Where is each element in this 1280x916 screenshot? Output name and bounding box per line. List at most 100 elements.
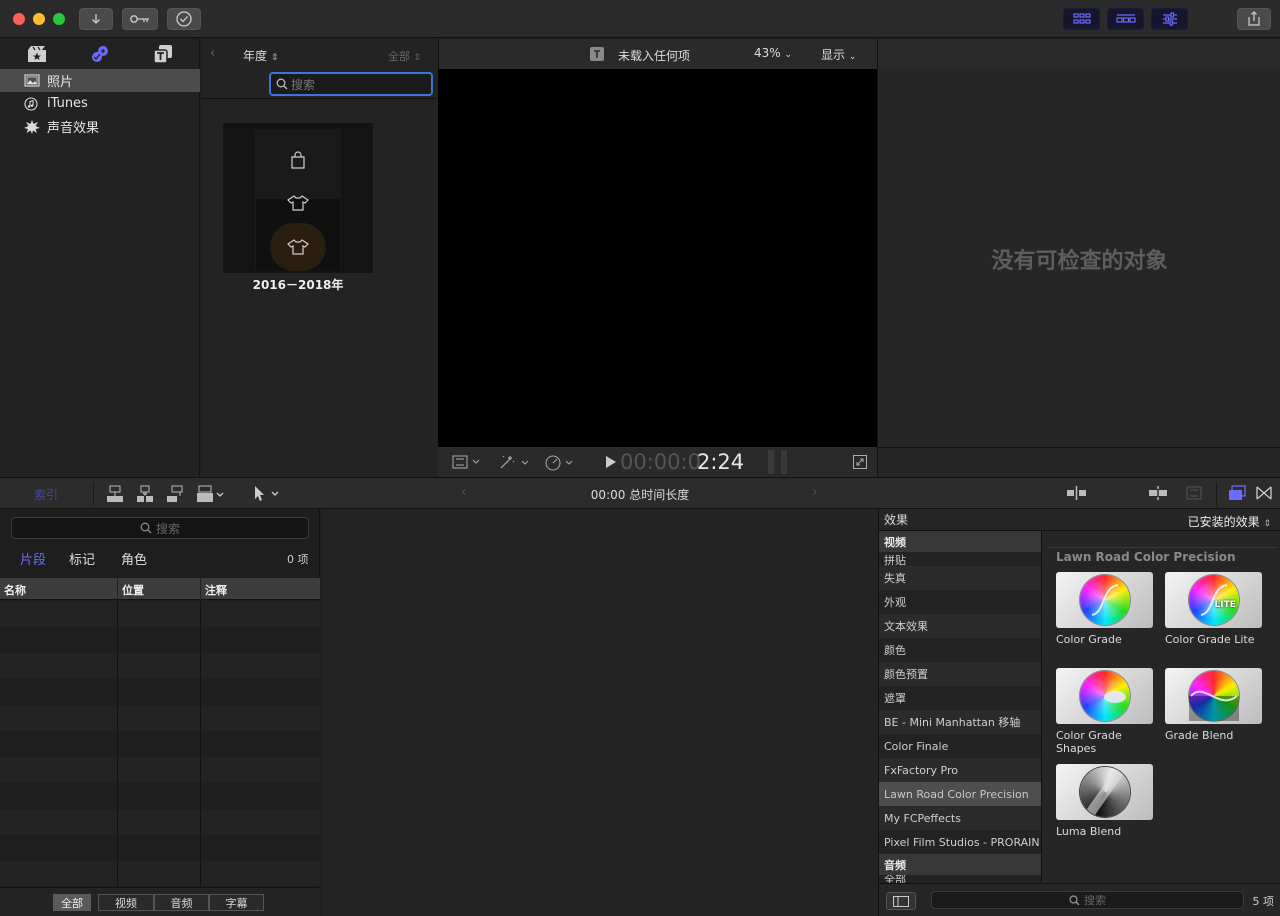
play-icon[interactable] bbox=[606, 456, 616, 468]
category-item[interactable]: FxFactory Pro bbox=[879, 758, 1041, 782]
connect-clip-icon[interactable] bbox=[106, 485, 124, 503]
category-header[interactable]: 视频 bbox=[879, 531, 1041, 552]
installed-effects-popup[interactable]: 已安装的效果 ⇕ bbox=[1188, 513, 1271, 530]
previous-chevron-icon[interactable]: ‹ bbox=[461, 484, 467, 500]
search-placeholder: 搜索 bbox=[155, 521, 180, 536]
category-header[interactable]: 音频 bbox=[879, 854, 1041, 875]
library-item-itunes[interactable]: iTunes bbox=[0, 92, 200, 115]
index-table-header: 名称 位置 注释 bbox=[0, 578, 320, 600]
effects-browser-icon[interactable] bbox=[1228, 485, 1246, 501]
effect-item[interactable]: Grade Blend bbox=[1165, 668, 1265, 758]
tab-tags[interactable]: 标记 bbox=[69, 549, 95, 568]
append-clip-icon[interactable] bbox=[166, 485, 184, 503]
view-options-label: 显示 bbox=[821, 48, 846, 62]
effects-category-list: 效果 视频 拼贴 失真 外观 文本效果 颜色 颜色预置 遮罩 BE - Mini Manhatt… bbox=[879, 509, 1042, 916]
zoom-popup[interactable]: 43% ⌄ bbox=[754, 46, 792, 60]
import-button[interactable] bbox=[79, 8, 113, 30]
category-item[interactable]: 颜色 bbox=[879, 638, 1041, 662]
skimming-icon[interactable] bbox=[1066, 485, 1088, 501]
color-wheel-icon bbox=[1079, 671, 1130, 721]
category-item[interactable]: Pixel Film Studios - PRORAIN bbox=[879, 830, 1041, 854]
filter-popup[interactable]: 全部 ⇕ bbox=[388, 48, 421, 64]
index-button[interactable]: 索引 bbox=[34, 486, 58, 503]
group-by-popup[interactable]: 年度 ⇕ bbox=[243, 47, 278, 64]
effects-group-title: Lawn Road Color Precision bbox=[1056, 550, 1236, 564]
filter-all-button[interactable]: 全部 bbox=[53, 894, 91, 911]
effect-item[interactable]: LITE Color Grade Lite bbox=[1165, 572, 1265, 662]
next-chevron-icon[interactable]: › bbox=[812, 484, 818, 500]
tab-clips[interactable]: 片段 bbox=[20, 549, 46, 568]
index-search-field[interactable]: 搜索 bbox=[11, 517, 309, 539]
overwrite-clip-icon[interactable] bbox=[196, 485, 226, 503]
column-position[interactable]: 位置 bbox=[122, 582, 144, 598]
category-item[interactable]: 遮罩 bbox=[879, 686, 1041, 710]
table-row bbox=[0, 783, 320, 809]
audio-skimming-icon[interactable] bbox=[1148, 485, 1168, 501]
background-tasks-icon bbox=[176, 11, 192, 27]
album-thumbnail[interactable] bbox=[223, 123, 373, 273]
close-window-button[interactable] bbox=[13, 13, 25, 25]
category-item[interactable]: 文本效果 bbox=[879, 614, 1041, 638]
effects-grid: Color Grade LITE Color Grade Lite Color Gra… bbox=[1043, 572, 1280, 882]
library-item-sound-effects[interactable]: 声音效果 bbox=[0, 115, 200, 138]
show-timeline-button[interactable] bbox=[1107, 8, 1144, 30]
effects-count: 5 项 bbox=[1252, 895, 1275, 908]
background-tasks-button[interactable] bbox=[167, 8, 201, 30]
column-notes[interactable]: 注释 bbox=[205, 582, 227, 598]
effect-item[interactable]: Color Grade bbox=[1056, 572, 1156, 662]
title-bar bbox=[0, 0, 1280, 38]
back-chevron-icon[interactable]: ‹ bbox=[210, 46, 215, 61]
search-icon bbox=[140, 522, 152, 534]
category-item[interactable]: Color Finale bbox=[879, 734, 1041, 758]
filter-audio-button[interactable]: 音频 bbox=[154, 894, 209, 911]
keywords-button[interactable] bbox=[122, 8, 158, 30]
keywords-icon bbox=[130, 15, 149, 23]
shirt-icon bbox=[287, 239, 309, 255]
category-item[interactable]: Lawn Road Color Precision bbox=[879, 782, 1041, 806]
filter-video-button[interactable]: 视频 bbox=[98, 894, 154, 911]
table-row bbox=[0, 679, 320, 705]
filter-captions-button[interactable]: 字幕 bbox=[209, 894, 264, 911]
viewer-canvas[interactable] bbox=[438, 69, 877, 447]
media-search-field[interactable]: 搜索 bbox=[269, 72, 433, 96]
effects-search-field[interactable]: 搜索 bbox=[931, 891, 1244, 909]
inspector-empty-message: 没有可检查的对象 bbox=[991, 249, 1168, 274]
minimize-window-button[interactable] bbox=[33, 13, 45, 25]
timecode-value: 2:24 bbox=[697, 450, 745, 474]
photos-audio-icon[interactable] bbox=[89, 44, 111, 64]
category-item[interactable]: BE - Mini Manhattan 移轴 bbox=[879, 710, 1041, 734]
bag-icon bbox=[291, 151, 305, 169]
insert-clip-icon[interactable] bbox=[136, 485, 154, 503]
index-footer: 全部 视频 音频 字幕 bbox=[0, 887, 320, 916]
category-item[interactable]: My FCPeffects bbox=[879, 806, 1041, 830]
library-item-photos[interactable]: 照片 bbox=[0, 69, 200, 92]
solo-icon[interactable] bbox=[1186, 486, 1202, 500]
show-libraries-button[interactable] bbox=[1063, 8, 1100, 30]
effect-item[interactable]: Luma Blend bbox=[1056, 764, 1156, 854]
sidebar-toggle-button[interactable] bbox=[886, 892, 916, 910]
enhance-icon[interactable] bbox=[498, 453, 532, 471]
table-row bbox=[0, 627, 320, 653]
zoom-window-button[interactable] bbox=[53, 13, 65, 25]
retime-icon[interactable] bbox=[544, 453, 578, 471]
category-item[interactable]: 外观 bbox=[879, 590, 1041, 614]
color-wheel-icon: LITE bbox=[1188, 575, 1239, 625]
category-item[interactable]: 失真 bbox=[879, 566, 1041, 590]
media-browser: ‹ 年度 ⇕ 全部 ⇕ 搜索 2016－2018年 bbox=[201, 39, 438, 477]
photos-video-library-icon[interactable] bbox=[27, 45, 47, 63]
show-inspector-button[interactable] bbox=[1151, 8, 1188, 30]
transform-icon[interactable] bbox=[452, 455, 482, 469]
category-item[interactable]: 拼贴 bbox=[879, 552, 1041, 566]
category-item[interactable]: 颜色预置 bbox=[879, 662, 1041, 686]
view-options-popup[interactable]: 显示 ⌄ bbox=[821, 46, 856, 63]
tab-roles[interactable]: 角色 bbox=[121, 549, 147, 568]
timeline[interactable] bbox=[321, 509, 878, 916]
fullscreen-icon[interactable] bbox=[853, 455, 867, 469]
column-name[interactable]: 名称 bbox=[4, 582, 26, 598]
share-button[interactable] bbox=[1237, 8, 1271, 30]
transitions-browser-icon[interactable] bbox=[1256, 485, 1272, 501]
select-tool-icon[interactable] bbox=[252, 484, 282, 502]
effect-item[interactable]: Color Grade Shapes bbox=[1056, 668, 1156, 758]
divider bbox=[1216, 482, 1217, 506]
titles-generators-icon[interactable] bbox=[153, 44, 173, 64]
